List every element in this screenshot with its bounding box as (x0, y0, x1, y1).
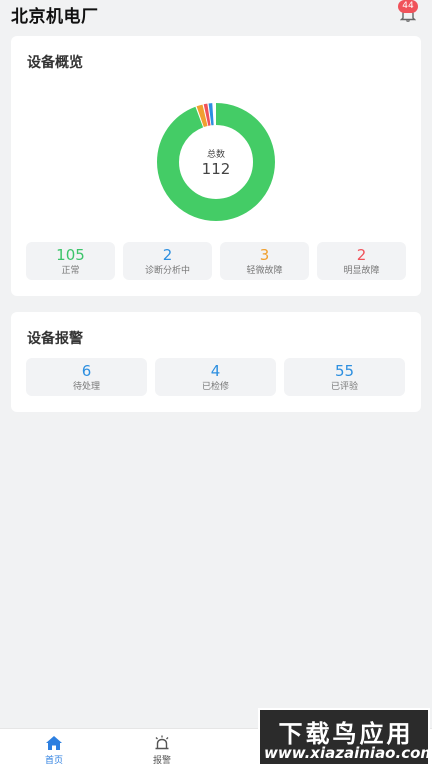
stat-label: 轻微故障 (246, 266, 283, 276)
donut-center-label: 总数 (206, 150, 225, 160)
stat-label: 待处理 (72, 382, 100, 392)
stat-value: 2 (356, 246, 367, 264)
stat-diagnosing[interactable]: 2 诊断分析中 (123, 242, 212, 280)
stat-normal[interactable]: 105 正常 (26, 242, 115, 280)
notification-badge: 44 (398, 0, 418, 13)
overview-card: 设备概览 总数 112 105 正常 2 诊断分析中 3 轻微故障 2 明显故障 (11, 36, 421, 296)
tab-alarms[interactable]: 报警 (132, 729, 192, 768)
stat-pending[interactable]: 6 待处理 (26, 358, 147, 396)
stat-evaluated[interactable]: 55 已评验 (284, 358, 405, 396)
tab-label: 首页 (44, 756, 63, 766)
header: 北京机电厂 44 (0, 0, 432, 27)
watermark-logo: 下载鸟应用 www.xiazainiao.com (258, 708, 432, 766)
stat-value: 6 (81, 362, 92, 380)
stat-value: 105 (56, 246, 85, 264)
notification-button[interactable]: 44 (396, 0, 420, 24)
stat-major-fault[interactable]: 2 明显故障 (317, 242, 406, 280)
stat-value: 3 (259, 246, 270, 264)
app-title: 北京机电厂 (11, 7, 99, 27)
donut-center-value: 112 (201, 160, 231, 178)
stat-label: 正常 (61, 266, 80, 276)
stat-label: 明显故障 (343, 266, 380, 276)
stat-label: 已检修 (201, 382, 229, 392)
watermark-url: www.xiazainiao.com (264, 744, 432, 762)
stat-value: 55 (334, 362, 355, 380)
device-donut-chart[interactable]: 总数 112 (154, 100, 278, 224)
stat-repaired[interactable]: 4 已检修 (155, 358, 276, 396)
stat-minor-fault[interactable]: 3 轻微故障 (220, 242, 309, 280)
stat-label: 已评验 (330, 382, 358, 392)
tab-home[interactable]: 首页 (24, 729, 84, 768)
home-icon (46, 736, 62, 750)
tab-label: 报警 (152, 756, 171, 766)
alarms-card: 设备报警 6 待处理 4 已检修 55 已评验 (11, 312, 421, 412)
alarm-light-icon (155, 735, 169, 750)
stat-label: 诊断分析中 (144, 266, 190, 276)
stat-value: 4 (210, 362, 221, 380)
stat-value: 2 (162, 246, 173, 264)
overview-title: 设备概览 (27, 55, 83, 71)
alarms-title: 设备报警 (27, 331, 83, 347)
